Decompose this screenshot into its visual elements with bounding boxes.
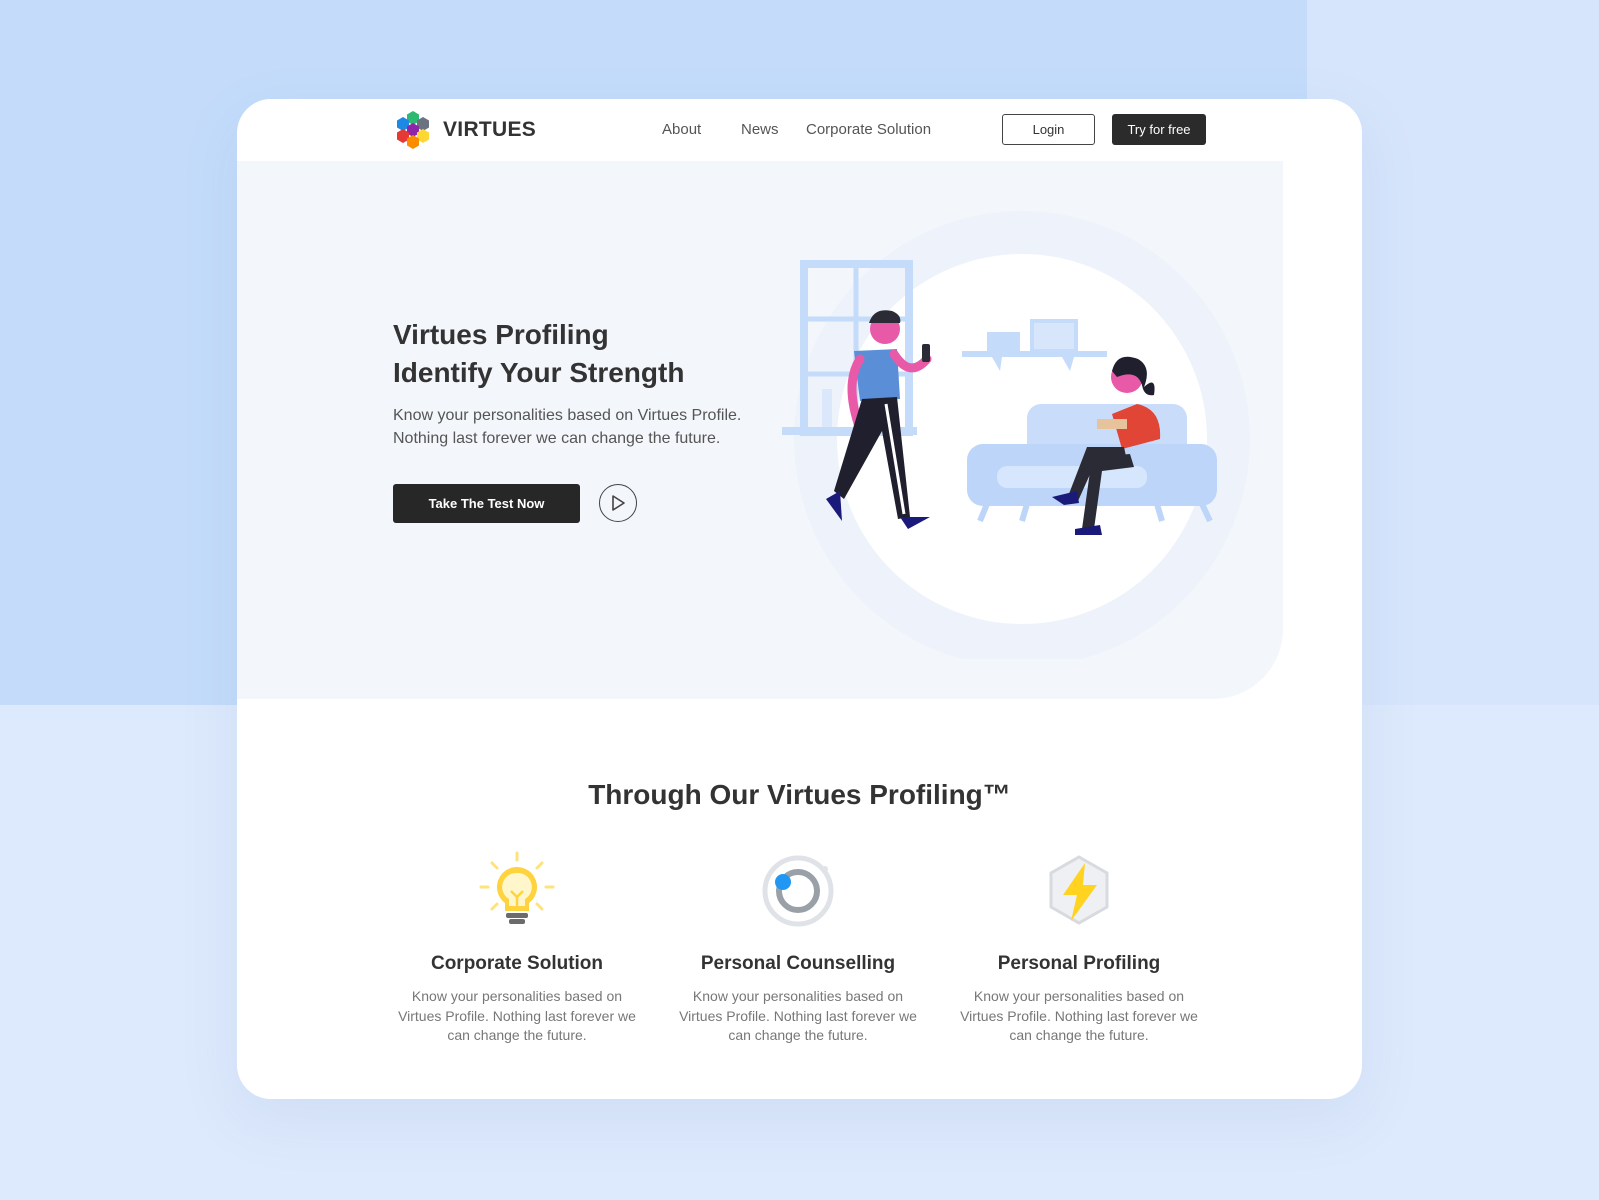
nav-link-about[interactable]: About: [662, 121, 701, 138]
hero-subtitle-line2: Nothing last forever we can change the f…: [393, 430, 721, 447]
features-section-title: Through Our Virtues Profiling™: [588, 779, 1011, 810]
feature-description: Know your personalities based on Virtues…: [398, 988, 636, 1043]
login-button[interactable]: Login: [1002, 114, 1095, 145]
hero-title-line2: Identify Your Strength: [393, 357, 685, 388]
feature-title: Personal Counselling: [700, 953, 896, 974]
take-test-button[interactable]: Take The Test Now: [393, 484, 580, 523]
landing-page-card: VIRTUES About News Corporate Solution Lo…: [237, 99, 1362, 1099]
hexagon-cluster-logo-icon: [397, 111, 429, 149]
hero-subtitle: Know your personalities based on Virtues…: [393, 404, 773, 450]
top-navigation: VIRTUES About News Corporate Solution Lo…: [237, 99, 1362, 161]
feature-card-personal-profiling: Personal Profiling Know your personaliti…: [949, 851, 1209, 1046]
hero-title: Virtues Profiling Identify Your Strength: [393, 316, 684, 392]
feature-card-corporate-solution: Corporate Solution Know your personaliti…: [387, 851, 647, 1046]
lightbulb-icon: [479, 851, 555, 924]
nav-link-corporate-solution[interactable]: Corporate Solution: [806, 121, 931, 138]
feature-description: Know your personalities based on Virtues…: [960, 988, 1198, 1043]
try-for-free-button[interactable]: Try for free: [1112, 114, 1206, 145]
feature-title: Personal Profiling: [997, 953, 1161, 974]
lightning-bolt-icon: [1049, 855, 1109, 925]
nav-link-news[interactable]: News: [741, 121, 779, 138]
feature-description: Know your personalities based on Virtues…: [679, 988, 917, 1043]
ring-icon: [762, 855, 834, 927]
brand-name: VIRTUES: [443, 118, 537, 141]
hero-illustration: [782, 211, 1250, 659]
feature-card-personal-counselling: Personal Counselling Know your personali…: [668, 851, 928, 1046]
hero-title-line1: Virtues Profiling: [393, 319, 609, 350]
hero-subtitle-line1: Know your personalities based on Virtues…: [393, 407, 742, 424]
feature-title: Corporate Solution: [430, 953, 604, 974]
brand-logo[interactable]: VIRTUES: [393, 110, 536, 150]
play-icon: [612, 495, 625, 511]
play-video-button[interactable]: [599, 484, 637, 522]
